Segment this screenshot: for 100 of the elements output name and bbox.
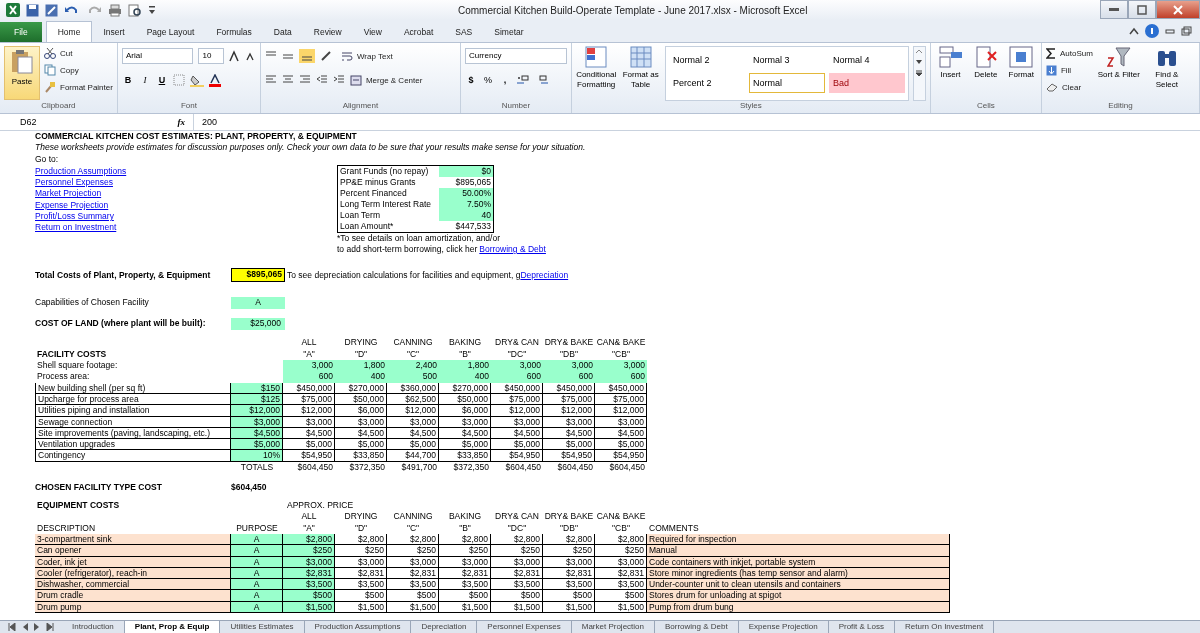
- column-header: "DB": [559, 348, 579, 361]
- printer-icon[interactable]: [108, 3, 122, 17]
- table-cell: Stores drum for unloading at spigot: [647, 590, 950, 602]
- increase-indent-icon[interactable]: [332, 75, 345, 85]
- close-button[interactable]: [1156, 0, 1200, 19]
- input-cell[interactable]: $5,000: [231, 439, 283, 451]
- ribbon-tab[interactable]: View: [352, 22, 393, 42]
- insert-cells-button[interactable]: Insert: [934, 46, 967, 101]
- merge-center-button[interactable]: Merge & Center: [349, 73, 423, 87]
- minimize-icon[interactable]: [1165, 27, 1175, 35]
- table-cell: $3,500: [335, 579, 387, 591]
- fill-color-icon[interactable]: [189, 73, 204, 87]
- sheet-tab[interactable]: Plant, Prop & Equip: [124, 621, 221, 633]
- input-cell[interactable]: 10%: [231, 450, 283, 462]
- first-sheet-icon[interactable]: [8, 623, 16, 631]
- cut-button[interactable]: Cut: [44, 46, 113, 60]
- restore-button[interactable]: [1128, 0, 1156, 19]
- italic-button[interactable]: I: [138, 75, 151, 85]
- delete-cells-button[interactable]: Delete: [970, 46, 1002, 101]
- decrease-indent-icon[interactable]: [315, 75, 328, 85]
- cell-style[interactable]: Normal: [748, 73, 825, 93]
- paste-button[interactable]: Paste: [4, 46, 40, 100]
- bold-button[interactable]: B: [121, 75, 134, 85]
- sheet-tab[interactable]: Expense Projection: [738, 621, 829, 633]
- print-preview-icon[interactable]: [128, 3, 142, 17]
- borrowing-link[interactable]: Borrowing & Debt: [479, 244, 546, 256]
- number-format-dropdown[interactable]: Currency: [464, 48, 567, 64]
- font-size-dropdown[interactable]: 10: [198, 48, 224, 64]
- name-box[interactable]: D62: [0, 117, 120, 127]
- gallery-scrollbar[interactable]: [912, 46, 926, 101]
- ribbon-tab[interactable]: File: [0, 22, 42, 42]
- fill-button[interactable]: Fill: [1045, 63, 1093, 77]
- input-cell[interactable]: $3,000: [231, 416, 283, 428]
- ribbon-tab[interactable]: Acrobat: [392, 22, 445, 42]
- sort-filter-button[interactable]: Sort & Filter: [1096, 46, 1141, 101]
- format-cells-button[interactable]: Format: [1005, 46, 1037, 101]
- input-cell[interactable]: $150: [231, 382, 283, 394]
- sheet-tab[interactable]: Borrowing & Debt: [655, 621, 739, 633]
- last-sheet-icon[interactable]: [46, 623, 54, 631]
- wrap-text-icon: [340, 50, 353, 62]
- clear-button[interactable]: Clear: [1045, 80, 1093, 94]
- table-cell: $12,000: [283, 405, 335, 417]
- sheet-link[interactable]: Personnel Expenses: [35, 177, 113, 189]
- ribbon-tab[interactable]: Home: [45, 21, 93, 42]
- sheet-link[interactable]: Profit/Loss Summary: [35, 211, 114, 223]
- input-cell[interactable]: $12,000: [231, 405, 283, 417]
- previous-sheet-icon[interactable]: [22, 623, 28, 631]
- sheet-tab[interactable]: Depreciation: [411, 621, 478, 633]
- align-middle-icon[interactable]: [281, 51, 294, 61]
- collapse-ribbon-icon[interactable]: [1129, 27, 1139, 35]
- sheet-tab[interactable]: Utilities Estimates: [220, 621, 305, 633]
- excel-logo-icon[interactable]: [6, 3, 20, 17]
- wrap-text-button[interactable]: Wrap Text: [340, 49, 393, 63]
- sheet-link[interactable]: Production Assumptions: [35, 165, 127, 178]
- sheet-tab[interactable]: Return On Investment: [895, 621, 995, 633]
- next-sheet-icon[interactable]: [34, 623, 40, 631]
- sheet-tab[interactable]: Introduction: [62, 621, 125, 633]
- cell-style[interactable]: Bad: [828, 73, 905, 93]
- sheet-tab[interactable]: Market Projection: [571, 621, 655, 633]
- align-left-icon[interactable]: [264, 75, 277, 85]
- ribbon-tab[interactable]: Page Layout: [135, 22, 206, 42]
- ribbon-tab[interactable]: Insert: [92, 22, 136, 42]
- cell-style[interactable]: Normal 2: [668, 50, 745, 70]
- increase-decimal-icon[interactable]: [515, 75, 530, 85]
- percent-button[interactable]: %: [481, 75, 494, 85]
- sheet-tab[interactable]: Profit & Loss: [828, 621, 895, 633]
- align-right-icon[interactable]: [298, 75, 311, 85]
- save-icon[interactable]: [26, 3, 39, 17]
- format-as-table-button[interactable]: Format as Table: [620, 46, 661, 101]
- autosum-button[interactable]: AutoSum: [1045, 46, 1093, 60]
- comma-button[interactable]: ,: [498, 75, 511, 85]
- cell-style[interactable]: Percent 2: [668, 73, 745, 93]
- conditional-formatting-button[interactable]: Conditional Formatting: [575, 46, 617, 101]
- minimize-button[interactable]: [1100, 0, 1128, 19]
- sheet-link[interactable]: Return on Investment: [35, 222, 117, 234]
- ribbon-tab[interactable]: Data: [262, 22, 303, 42]
- underline-button[interactable]: U: [155, 75, 168, 85]
- insert-function-button[interactable]: fx: [177, 117, 185, 127]
- center-icon[interactable]: [281, 75, 294, 85]
- ribbon-tab[interactable]: SAS: [444, 22, 484, 42]
- format-painter-button[interactable]: Format Painter: [44, 80, 113, 94]
- depreciation-link[interactable]: Depreciation: [520, 269, 569, 282]
- font-family-dropdown[interactable]: Arial: [121, 48, 194, 64]
- sheet-tab[interactable]: Personnel Expenses: [477, 621, 572, 633]
- formula-input[interactable]: 200: [193, 114, 1200, 130]
- table-cell: $12,000: [595, 405, 647, 417]
- customize-caret-icon[interactable]: [148, 5, 156, 15]
- copy-button[interactable]: Copy: [44, 63, 113, 77]
- ribbon-tab[interactable]: Review: [302, 22, 353, 42]
- find-select-button[interactable]: Find & Select: [1144, 46, 1189, 101]
- cell-style[interactable]: Normal 3: [748, 50, 825, 70]
- cell-style[interactable]: Normal 4: [828, 50, 905, 70]
- sheet-link[interactable]: Market Projection: [35, 188, 102, 200]
- currency-button[interactable]: $: [464, 75, 477, 85]
- ribbon-tab[interactable]: Simetar: [483, 22, 535, 42]
- sheet-link[interactable]: Expense Projection: [35, 199, 109, 212]
- sheet-tab[interactable]: Production Assumptions: [304, 621, 412, 633]
- font-color-icon[interactable]: [208, 73, 221, 87]
- restore-icon[interactable]: [1181, 26, 1192, 36]
- ribbon-tab[interactable]: Formulas: [205, 22, 263, 42]
